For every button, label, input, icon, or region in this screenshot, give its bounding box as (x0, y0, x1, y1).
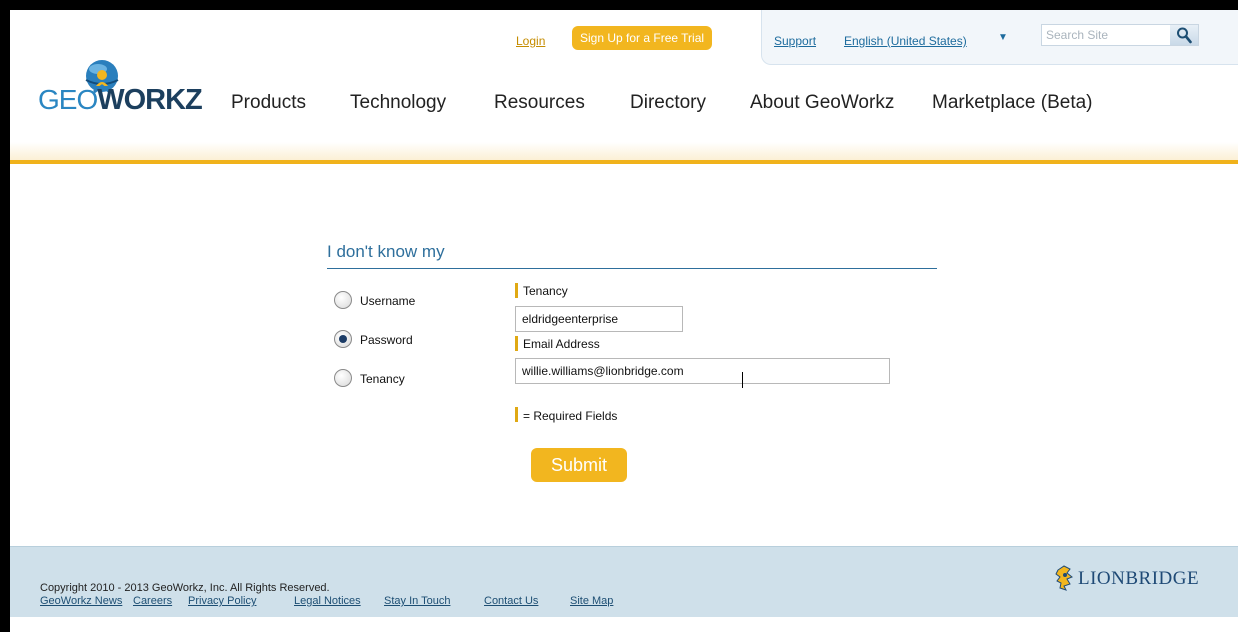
logo-text-workz: WORKZ (97, 84, 203, 116)
footer-link-legal[interactable]: Legal Notices (294, 595, 361, 607)
dropdown-caret-icon[interactable]: ▼ (998, 32, 1008, 43)
support-link[interactable]: Support (774, 34, 816, 48)
lionbridge-logo-text: LIONBRIDGE (1078, 568, 1200, 589)
language-selector[interactable]: English (United States) (844, 34, 967, 48)
page: Login Sign Up for a Free Trial Support E… (10, 10, 1238, 632)
nav-products[interactable]: Products (231, 92, 306, 114)
nav-technology[interactable]: Technology (350, 92, 446, 114)
email-label: Email Address (523, 337, 600, 351)
form-title: I don't know my (327, 242, 445, 261)
tenancy-field[interactable] (515, 306, 683, 332)
footer-link-careers[interactable]: Careers (133, 595, 172, 607)
footer-link-contact[interactable]: Contact Us (484, 595, 538, 607)
nav-directory[interactable]: Directory (630, 92, 706, 114)
search-icon (1177, 27, 1192, 44)
text-cursor (742, 372, 743, 388)
required-marker (515, 407, 518, 422)
radio-button[interactable] (334, 330, 352, 348)
footer-link-privacy[interactable]: Privacy Policy (188, 595, 256, 607)
footer-link-sitemap[interactable]: Site Map (570, 595, 613, 607)
radio-button[interactable] (334, 369, 352, 387)
submit-button[interactable]: Submit (531, 448, 627, 482)
radio-label: Username (360, 294, 416, 308)
footer-link-news[interactable]: GeoWorkz News (40, 595, 122, 607)
form-title-divider (327, 268, 937, 269)
radio-label: Password (360, 333, 413, 347)
nav-marketplace[interactable]: Marketplace (Beta) (932, 92, 1093, 114)
signup-button[interactable]: Sign Up for a Free Trial (572, 26, 713, 50)
email-field[interactable] (515, 358, 890, 384)
nav-divider (10, 160, 1238, 164)
tenancy-label: Tenancy (523, 284, 568, 298)
search-button[interactable] (1170, 25, 1198, 45)
logo-text-geo: GEO (38, 84, 98, 115)
copyright-text: Copyright 2010 - 2013 GeoWorkz, Inc. All… (40, 582, 330, 594)
search-input[interactable] (1042, 25, 1171, 45)
nav-band (10, 142, 1238, 162)
lion-icon (1055, 565, 1073, 591)
radio-button[interactable] (334, 291, 352, 309)
radio-label: Tenancy (360, 372, 405, 386)
nav-resources[interactable]: Resources (494, 92, 585, 114)
nav-about[interactable]: About GeoWorkz (750, 92, 894, 114)
geoworkz-logo[interactable]: GEOWORKZ (38, 58, 206, 134)
footer-link-stay-in-touch[interactable]: Stay In Touch (384, 595, 450, 607)
required-note-text: = Required Fields (523, 409, 618, 423)
login-link[interactable]: Login (516, 34, 545, 48)
